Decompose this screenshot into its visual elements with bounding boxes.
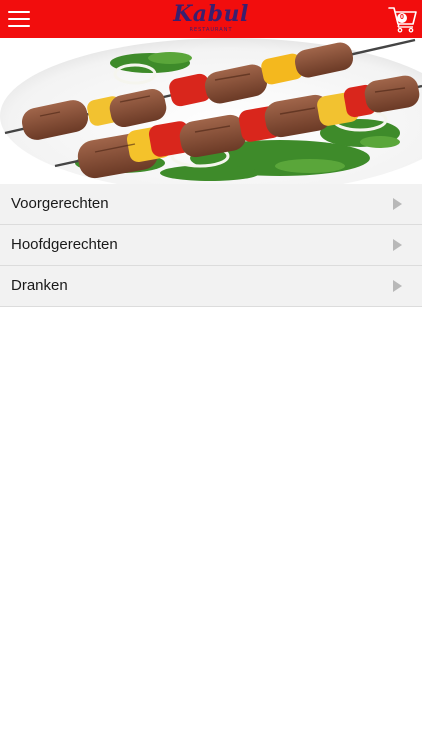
kebab-skewers-photo: [0, 38, 422, 184]
logo-name: Kabul: [173, 1, 249, 27]
hamburger-menu-icon[interactable]: [8, 9, 30, 27]
cart-count-badge: 0: [397, 13, 407, 23]
restaurant-logo: Kabul RESTAURANT: [160, 2, 262, 36]
category-row-dranken[interactable]: Dranken: [0, 266, 422, 307]
category-row-hoofdgerechten[interactable]: Hoofdgerechten: [0, 225, 422, 266]
chevron-right-icon: [393, 239, 402, 251]
chevron-right-icon: [393, 198, 402, 210]
hero-food-image: [0, 38, 422, 184]
logo-tagline: RESTAURANT: [189, 27, 233, 33]
category-label: Hoofdgerechten: [11, 236, 118, 253]
category-list: Voorgerechten Hoofdgerechten Dranken: [0, 184, 422, 307]
shopping-cart-button[interactable]: 0: [388, 5, 418, 33]
top-bar: Kabul RESTAURANT 0: [0, 0, 422, 38]
category-label: Voorgerechten: [11, 195, 109, 212]
category-row-voorgerechten[interactable]: Voorgerechten: [0, 184, 422, 225]
chevron-right-icon: [393, 280, 402, 292]
category-label: Dranken: [11, 277, 68, 294]
